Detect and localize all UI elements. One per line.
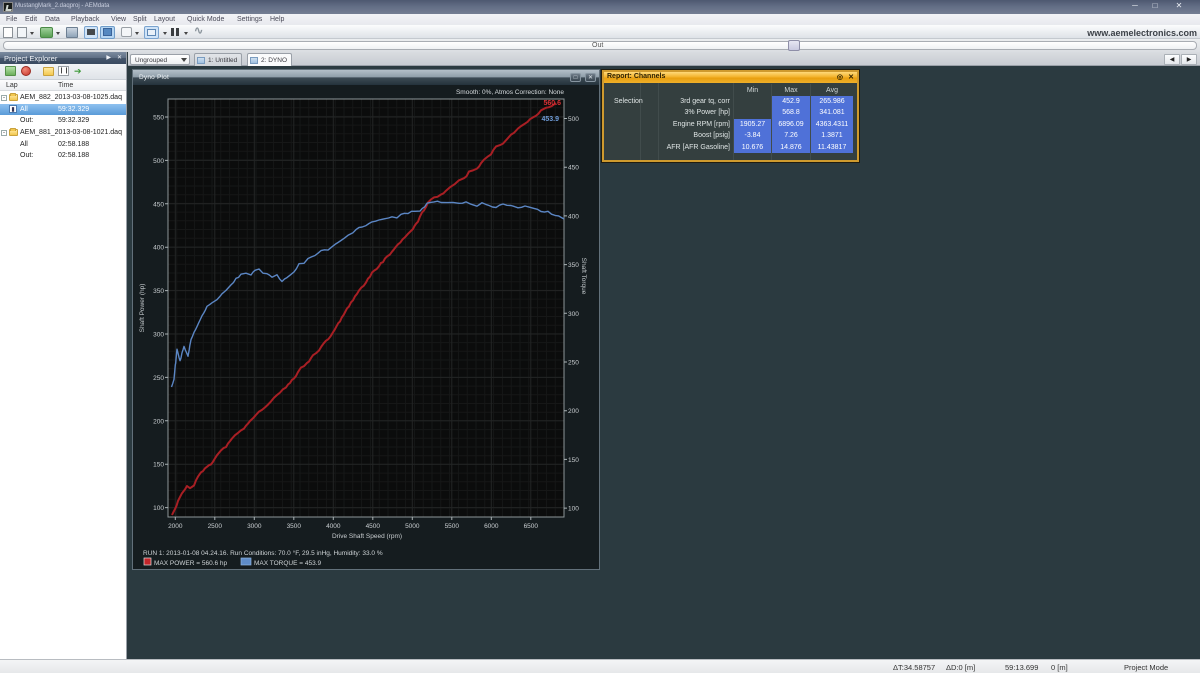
svg-text:150: 150 <box>568 457 579 464</box>
svg-text:560.6: 560.6 <box>543 100 561 107</box>
svg-text:Shaft Torque: Shaft Torque <box>580 258 587 295</box>
svg-text:MAX TORQUE = 453.9: MAX TORQUE = 453.9 <box>254 560 322 567</box>
svg-text:300: 300 <box>568 311 579 318</box>
svg-text:6000: 6000 <box>484 523 499 530</box>
svg-text:2000: 2000 <box>168 523 183 530</box>
svg-text:400: 400 <box>568 213 579 220</box>
svg-text:4500: 4500 <box>366 523 381 530</box>
svg-text:550: 550 <box>153 115 164 122</box>
svg-text:2500: 2500 <box>208 523 223 530</box>
svg-text:250: 250 <box>568 360 579 367</box>
svg-text:150: 150 <box>153 462 164 469</box>
svg-text:Drive Shaft Speed (rpm): Drive Shaft Speed (rpm) <box>332 533 402 540</box>
svg-text:Shaft Power (hp): Shaft Power (hp) <box>139 284 146 333</box>
svg-text:250: 250 <box>153 375 164 382</box>
svg-text:200: 200 <box>568 408 579 415</box>
svg-text:350: 350 <box>153 288 164 295</box>
svg-text:100: 100 <box>568 506 579 513</box>
svg-text:Smooth: 0%, Atmos Correction:: Smooth: 0%, Atmos Correction: None <box>456 89 564 96</box>
svg-text:100: 100 <box>153 505 164 512</box>
svg-text:500: 500 <box>153 158 164 165</box>
svg-text:5000: 5000 <box>405 523 420 530</box>
svg-text:300: 300 <box>153 332 164 339</box>
svg-text:500: 500 <box>568 116 579 123</box>
svg-text:MAX POWER = 560.6 hp: MAX POWER = 560.6 hp <box>154 560 228 567</box>
svg-text:400: 400 <box>153 245 164 252</box>
svg-text:RUN 1: 2013-01-08 04.24.16. Ru: RUN 1: 2013-01-08 04.24.16. Run Conditio… <box>143 549 383 557</box>
svg-text:450: 450 <box>153 201 164 208</box>
svg-text:4000: 4000 <box>326 523 341 530</box>
svg-text:5500: 5500 <box>445 523 460 530</box>
svg-text:3500: 3500 <box>287 523 302 530</box>
svg-text:3000: 3000 <box>247 523 262 530</box>
svg-text:350: 350 <box>568 262 579 269</box>
svg-text:200: 200 <box>153 418 164 425</box>
svg-text:453.9: 453.9 <box>541 116 559 123</box>
svg-text:450: 450 <box>568 165 579 172</box>
svg-text:6500: 6500 <box>524 523 539 530</box>
